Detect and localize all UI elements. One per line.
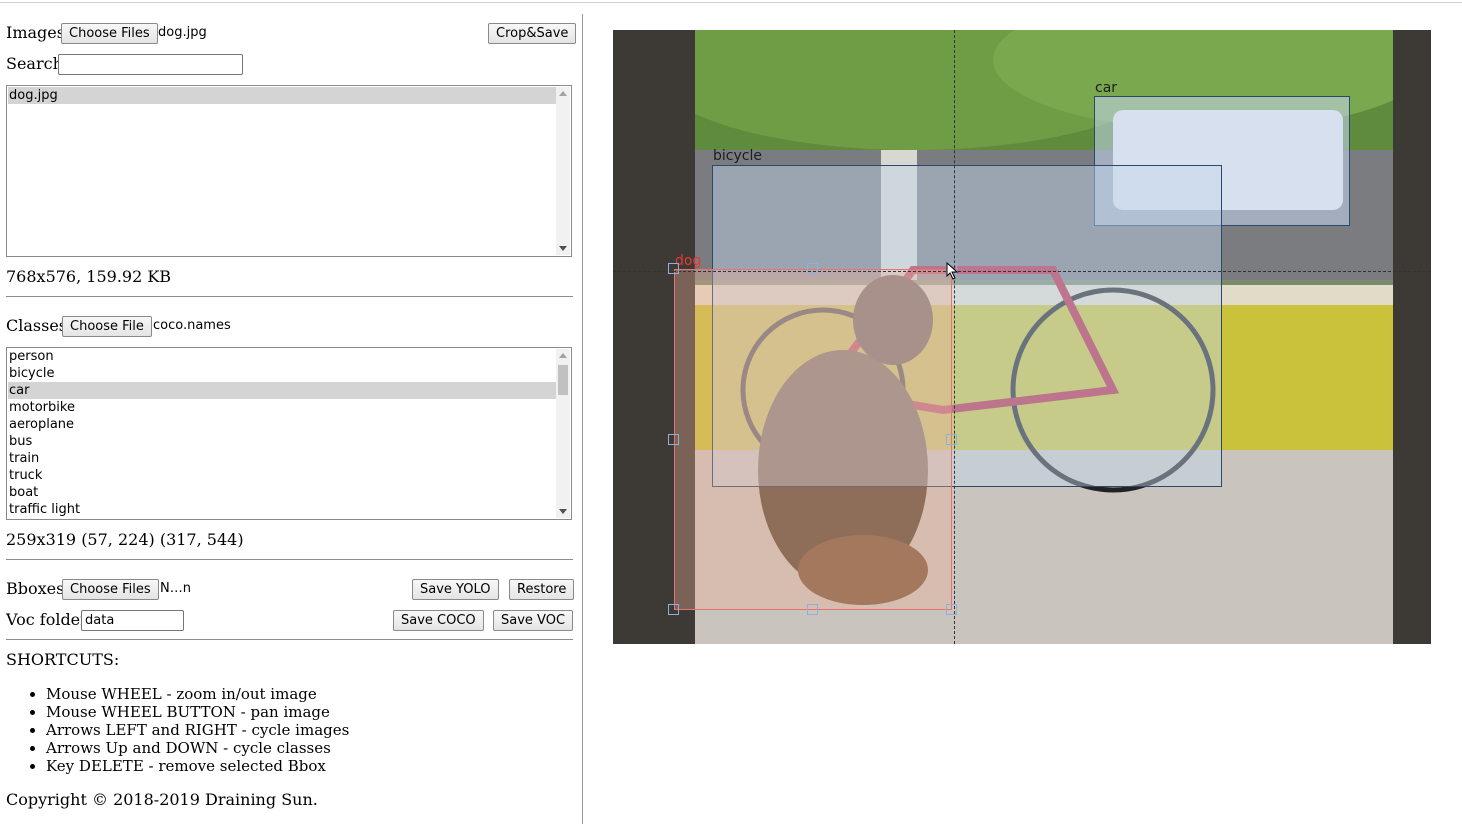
bboxes-label: Bboxes:: [6, 579, 70, 598]
panel-divider: [582, 14, 583, 824]
class-list-scrollbar[interactable]: [556, 349, 570, 518]
shortcut-item: Arrows LEFT and RIGHT - cycle images: [46, 721, 349, 739]
annotation-canvas[interactable]: car bicycle dog: [613, 30, 1431, 644]
crop-save-button[interactable]: Crop&Save: [488, 23, 577, 44]
bbox-label-car: car: [1095, 80, 1118, 96]
class-list-item-person[interactable]: person: [8, 348, 557, 365]
shortcut-item: Key DELETE - remove selected Bbox: [46, 757, 349, 775]
class-list-item-car[interactable]: car: [8, 382, 557, 399]
resize-handle[interactable]: [668, 604, 679, 615]
bboxes-choose-files-button[interactable]: Choose Files: [62, 579, 159, 600]
bbox-info: 259x319 (57, 224) (317, 544): [6, 530, 244, 549]
save-voc-button[interactable]: Save VOC: [493, 610, 574, 631]
crosshair-vertical: [954, 30, 955, 644]
scroll-down-arrow-icon[interactable]: [559, 509, 567, 514]
images-choose-files-button[interactable]: Choose Files: [61, 23, 158, 44]
shortcuts-list: Mouse WHEEL - zoom in/out image Mouse WH…: [6, 685, 349, 775]
image-list[interactable]: dog.jpg: [6, 85, 572, 257]
class-list-item-train[interactable]: train: [8, 450, 557, 467]
class-list-item-aeroplane[interactable]: aeroplane: [8, 416, 557, 433]
voc-folder-input[interactable]: data: [81, 610, 184, 631]
class-list-item-bus[interactable]: bus: [8, 433, 557, 450]
scroll-up-arrow-icon[interactable]: [559, 91, 567, 96]
shortcuts-title: SHORTCUTS:: [6, 650, 120, 669]
shortcut-item: Mouse WHEEL - zoom in/out image: [46, 685, 349, 703]
mouse-cursor-icon: [946, 262, 959, 280]
image-list-scrollbar[interactable]: [556, 87, 570, 255]
classes-choose-file-button[interactable]: Choose File: [62, 316, 152, 337]
resize-handle[interactable]: [668, 434, 679, 445]
control-panel: Images: Choose Files dog.jpg Crop&Save S…: [0, 0, 582, 824]
divider: [6, 639, 573, 640]
save-coco-button[interactable]: Save COCO: [393, 610, 484, 631]
save-yolo-button[interactable]: Save YOLO: [412, 579, 499, 600]
bbox-dog[interactable]: [674, 269, 952, 610]
resize-handle[interactable]: [668, 263, 679, 274]
class-list-item-boat[interactable]: boat: [8, 484, 557, 501]
scroll-thumb[interactable]: [558, 365, 568, 395]
class-list-item-traffic-light[interactable]: traffic light: [8, 501, 557, 518]
crosshair-horizontal: [613, 271, 1431, 272]
class-list-item-bicycle[interactable]: bicycle: [8, 365, 557, 382]
copyright: Copyright © 2018-2019 Draining Sun.: [6, 790, 318, 809]
divider: [6, 296, 573, 297]
divider: [6, 559, 573, 560]
resize-handle[interactable]: [807, 604, 818, 615]
bbox-label-bicycle: bicycle: [713, 148, 762, 164]
resize-handle[interactable]: [946, 434, 957, 445]
images-file-name: dog.jpg: [158, 25, 207, 40]
shortcut-item: Arrows Up and DOWN - cycle classes: [46, 739, 349, 757]
restore-button[interactable]: Restore: [509, 579, 575, 600]
image-info: 768x576, 159.92 KB: [6, 267, 172, 286]
resize-handle[interactable]: [946, 604, 957, 615]
scroll-down-arrow-icon[interactable]: [559, 246, 567, 251]
bboxes-file-name: N…n: [160, 581, 191, 596]
class-list-item-motorbike[interactable]: motorbike: [8, 399, 557, 416]
class-list[interactable]: person bicycle car motorbike aeroplane b…: [6, 347, 572, 520]
scroll-up-arrow-icon[interactable]: [559, 353, 567, 358]
search-input[interactable]: [58, 54, 243, 75]
resize-handle[interactable]: [807, 263, 818, 274]
shortcut-item: Mouse WHEEL BUTTON - pan image: [46, 703, 349, 721]
class-list-item-truck[interactable]: truck: [8, 467, 557, 484]
image-list-item[interactable]: dog.jpg: [8, 87, 557, 104]
classes-file-name: coco.names: [153, 318, 231, 333]
